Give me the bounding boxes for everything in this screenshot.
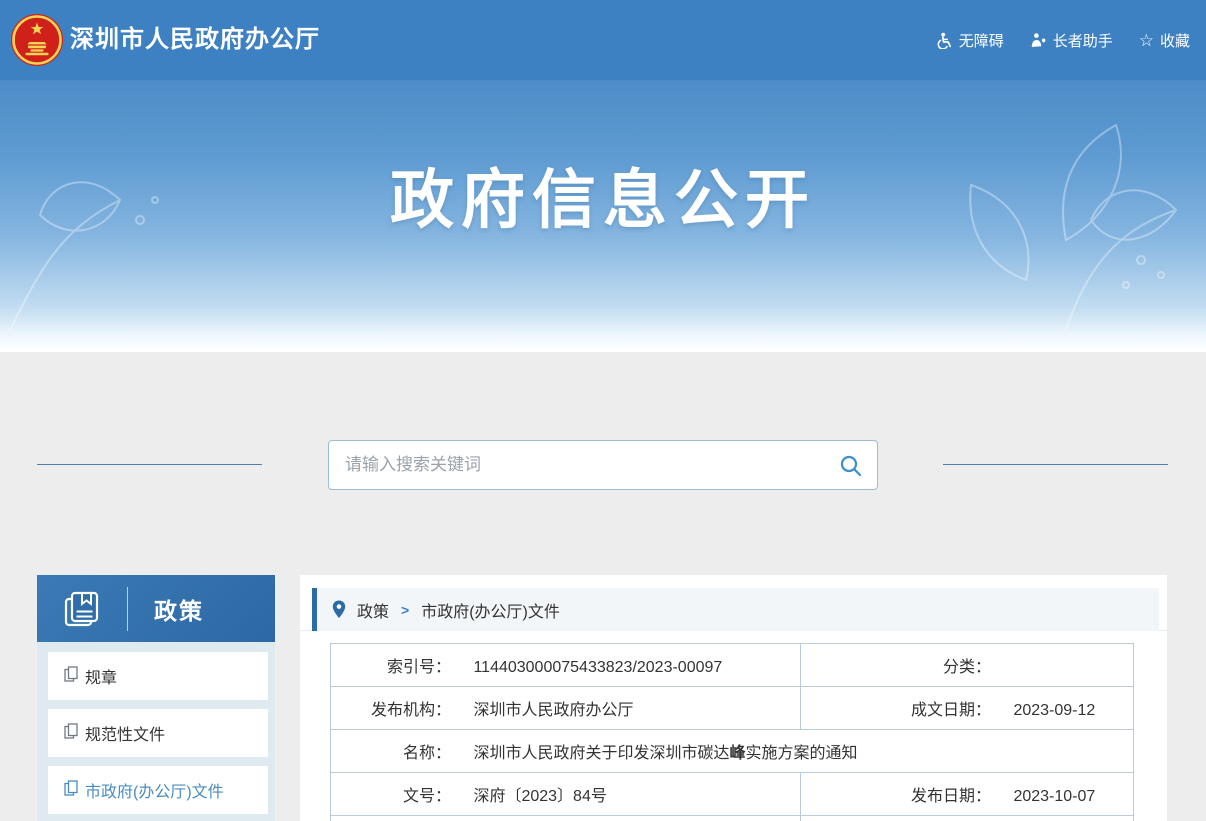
sidebar-item-label: 规章	[85, 664, 117, 688]
sidebar-header-label: 政策	[154, 592, 204, 626]
search-box	[328, 440, 878, 490]
breadcrumb-current: 市政府(办公厅)文件	[421, 598, 560, 622]
star-icon: ☆	[1139, 32, 1154, 49]
table-row-partial	[331, 816, 1134, 821]
publish-date-cell: 发布日期： 2023-10-07	[801, 773, 1134, 816]
empty-cell	[801, 816, 1134, 821]
decorative-line-right	[943, 464, 1168, 465]
policy-book-icon	[61, 589, 101, 629]
document-number-cell: 文号： 深府〔2023〕84号	[331, 773, 801, 816]
page: 深圳市人民政府办公厅 无障碍	[0, 0, 1206, 821]
publisher-value: 深圳市人民政府办公厅	[473, 702, 633, 719]
table-row-index-category: 索引号： 114403000075433823/2023-00097 分类：	[331, 644, 1134, 687]
search-icon	[838, 453, 864, 479]
written-date-cell: 成文日期： 2023-09-12	[801, 687, 1134, 730]
document-number-label: 文号：	[331, 782, 451, 806]
location-pin-icon	[332, 600, 346, 619]
sidebar-item-normative-documents[interactable]: 规范性文件	[48, 709, 268, 757]
sidebar: 政策 规章 规范性文件 市政府(办公厅)文件	[37, 575, 275, 821]
breadcrumb: 政策 > 市政府(办公厅)文件	[312, 588, 1159, 631]
elder-helper-link[interactable]: 长者助手	[1030, 30, 1113, 51]
category-cell: 分类：	[801, 644, 1134, 687]
written-date-value: 2023-09-12	[1013, 702, 1095, 719]
banner-title: 政府信息公开	[0, 166, 1206, 234]
sidebar-items: 规章 规范性文件 市政府(办公厅)文件	[37, 642, 275, 814]
highlighted-keyword: 峰	[729, 745, 745, 762]
accessibility-label: 无障碍	[959, 30, 1004, 51]
sidebar-item-regulations[interactable]: 规章	[48, 652, 268, 700]
chevron-right-icon: >	[401, 602, 409, 618]
category-label: 分类：	[801, 653, 991, 677]
sidebar-item-label: 规范性文件	[85, 721, 165, 745]
publisher-cell: 发布机构： 深圳市人民政府办公厅	[331, 687, 801, 730]
table-row-publisher-date: 发布机构： 深圳市人民政府办公厅 成文日期： 2023-09-12	[331, 687, 1134, 730]
elder-helper-label: 长者助手	[1053, 30, 1113, 51]
site-title: 深圳市人民政府办公厅	[70, 0, 320, 80]
index-number-label: 索引号：	[331, 653, 451, 677]
top-header: 深圳市人民政府办公厅 无障碍	[0, 0, 1206, 80]
accessibility-link[interactable]: 无障碍	[936, 30, 1004, 51]
empty-cell	[331, 816, 801, 821]
written-date-label: 成文日期：	[801, 696, 991, 720]
document-icon	[64, 666, 78, 687]
sidebar-item-label: 市政府(办公厅)文件	[85, 778, 224, 802]
document-metadata-table: 索引号： 114403000075433823/2023-00097 分类： 发…	[330, 643, 1134, 821]
publish-date-label: 发布日期：	[801, 782, 991, 806]
accessibility-icon	[936, 32, 953, 49]
breadcrumb-link-policy[interactable]: 政策	[357, 598, 389, 622]
sidebar-header-divider	[127, 587, 128, 631]
index-number-value: 114403000075433823/2023-00097	[473, 659, 722, 676]
favorite-link[interactable]: ☆ 收藏	[1139, 30, 1190, 51]
search-input[interactable]	[329, 441, 877, 489]
index-number-cell: 索引号： 114403000075433823/2023-00097	[331, 644, 801, 687]
table-row-docnumber-publishdate: 文号： 深府〔2023〕84号 发布日期： 2023-10-07	[331, 773, 1134, 816]
breadcrumb-row: 政策 > 市政府(办公厅)文件	[300, 575, 1167, 631]
page-banner: 政府信息公开	[0, 80, 1206, 352]
publish-date-value: 2023-10-07	[1013, 788, 1095, 805]
document-icon	[64, 723, 78, 744]
document-number-value: 深府〔2023〕84号	[473, 788, 606, 805]
document-name-label: 名称：	[331, 739, 451, 763]
document-name-cell: 名称： 深圳市人民政府关于印发深圳市碳达峰实施方案的通知	[331, 730, 1134, 773]
search-button[interactable]	[838, 453, 864, 479]
decorative-line-left	[37, 464, 262, 465]
document-name-value: 深圳市人民政府关于印发深圳市碳达峰实施方案的通知	[473, 745, 857, 762]
publisher-label: 发布机构：	[331, 696, 451, 720]
elder-helper-icon	[1030, 32, 1047, 49]
top-utility-links: 无障碍 长者助手 ☆ 收藏	[936, 0, 1190, 80]
sidebar-header: 政策	[37, 575, 275, 642]
breadcrumb-accent-bar	[312, 588, 317, 631]
sidebar-item-municipal-government-documents[interactable]: 市政府(办公厅)文件	[48, 766, 268, 814]
content-panel: 政策 > 市政府(办公厅)文件 索引号： 114403000075433823/…	[300, 575, 1167, 821]
national-emblem-logo	[10, 13, 64, 67]
favorite-label: 收藏	[1160, 30, 1190, 51]
table-row-name: 名称： 深圳市人民政府关于印发深圳市碳达峰实施方案的通知	[331, 730, 1134, 773]
document-icon	[64, 780, 78, 801]
